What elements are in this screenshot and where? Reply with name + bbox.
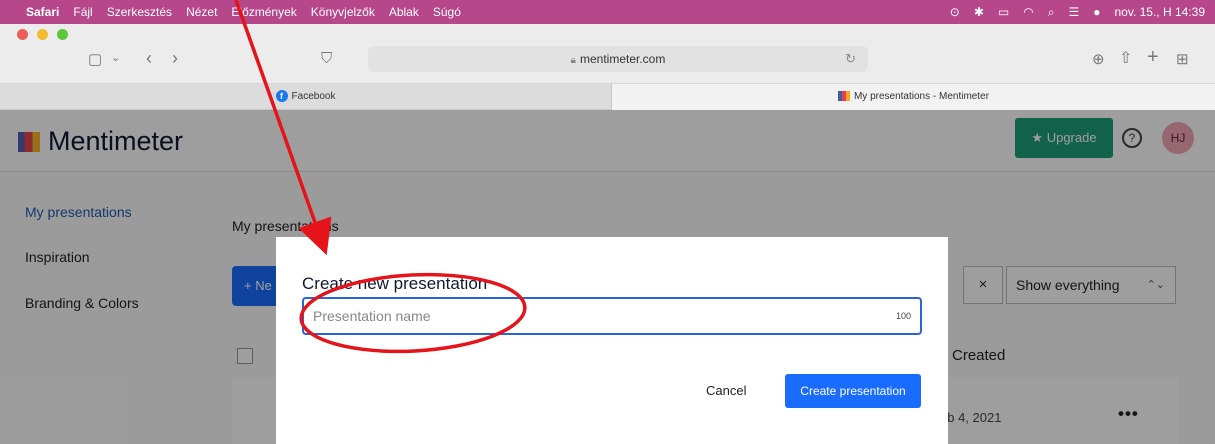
control-center-icon[interactable]: ☰ — [1068, 5, 1079, 19]
chevron-down-icon[interactable]: ⌄ — [111, 51, 120, 64]
menu-window[interactable]: Ablak — [389, 5, 419, 19]
tab-overview-icon[interactable]: ⊞ — [1176, 50, 1189, 68]
tab-facebook[interactable]: f Facebook — [0, 84, 612, 110]
character-limit: 100 — [896, 311, 912, 321]
sidebar-toggle-icon[interactable]: ▢ — [88, 50, 102, 68]
tab-mentimeter[interactable]: My presentations - Mentimeter — [612, 84, 1215, 110]
lock-icon: 🔒︎ — [570, 55, 576, 66]
forward-icon[interactable]: › — [172, 48, 178, 69]
new-tab-icon[interactable]: + — [1147, 46, 1159, 69]
share-icon[interactable]: ⇧ — [1119, 48, 1132, 68]
tab-label: Facebook — [291, 91, 336, 102]
tab-label: My presentations - Mentimeter — [853, 91, 990, 102]
address-url: mentimeter.com — [579, 52, 666, 66]
back-icon[interactable]: ‹ — [146, 48, 152, 69]
macos-menubar: Safari Fájl Szerkesztés Nézet Előzmények… — [0, 0, 1215, 24]
minimize-window-button[interactable] — [37, 29, 48, 40]
menu-view[interactable]: Nézet — [186, 5, 217, 19]
search-icon[interactable]: ⌕ — [1048, 5, 1055, 20]
menubar-datetime[interactable]: nov. 15., H 14:39 — [1114, 5, 1205, 19]
download-icon[interactable]: ⊕ — [1092, 50, 1105, 68]
wifi-icon[interactable]: ◠ — [1023, 5, 1033, 19]
bluetooth-icon[interactable]: ✱ — [974, 5, 984, 19]
menu-file[interactable]: Fájl — [73, 5, 92, 19]
reload-icon[interactable]: ↻ — [845, 46, 856, 72]
menu-history[interactable]: Előzmények — [231, 5, 296, 19]
menu-bookmarks[interactable]: Könyvjelzők — [311, 5, 375, 19]
privacy-shield-icon[interactable]: ⛉ — [321, 50, 332, 67]
facebook-icon: f — [275, 90, 288, 103]
battery-icon[interactable]: ▭ — [998, 5, 1009, 19]
menu-help[interactable]: Súgó — [433, 5, 461, 19]
presentation-name-input[interactable] — [302, 297, 922, 335]
siri-icon[interactable]: ● — [1093, 5, 1100, 19]
address-bar[interactable]: 🔒︎ mentimeter.com ↻ — [368, 46, 868, 72]
cancel-button[interactable]: Cancel — [706, 383, 746, 398]
tab-bar: f Facebook My presentations - Mentimeter — [0, 84, 1215, 110]
menu-app-safari[interactable]: Safari — [26, 5, 59, 19]
zoom-window-button[interactable] — [57, 29, 68, 40]
close-window-button[interactable] — [17, 29, 28, 40]
play-icon[interactable]: ⊙ — [950, 5, 960, 19]
mentimeter-favicon-icon — [837, 91, 850, 102]
create-presentation-dialog: Create new presentation 100 Cancel Creat… — [276, 237, 948, 444]
dialog-title: Create new presentation — [302, 274, 488, 293]
create-presentation-button[interactable]: Create presentation — [785, 374, 921, 408]
menu-edit[interactable]: Szerkesztés — [107, 5, 172, 19]
